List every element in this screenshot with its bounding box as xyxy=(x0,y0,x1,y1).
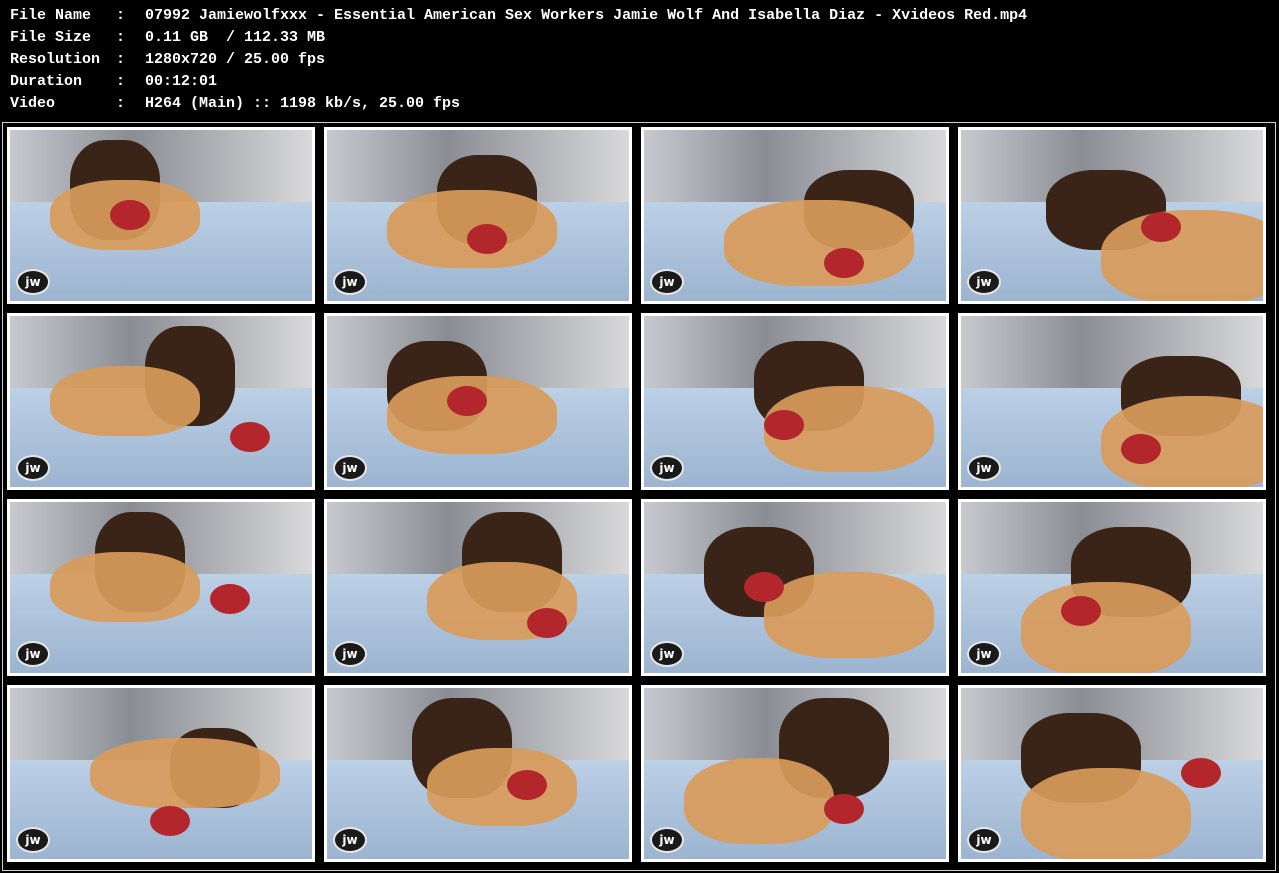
scene-figure xyxy=(50,366,200,436)
info-sep: : xyxy=(116,51,126,68)
scene-detail xyxy=(210,584,250,614)
thumbnail-3: jw xyxy=(641,127,949,304)
watermark-logo: jw xyxy=(650,455,684,481)
thumbnail-13: jw xyxy=(7,685,315,862)
scene-detail xyxy=(527,608,567,638)
scene-figure xyxy=(724,200,914,286)
thumbnail-scene xyxy=(327,688,629,859)
scene-figure xyxy=(1021,768,1191,859)
thumbnail-scene xyxy=(10,688,312,859)
thumbnail-5: jw xyxy=(7,313,315,490)
thumbnail-grid: jw jw jw jw jw jw jw jw jw jw jw jw jw jw jw jw xyxy=(2,122,1276,871)
watermark-logo: jw xyxy=(16,455,50,481)
scene-detail xyxy=(230,422,270,452)
scene-figure xyxy=(90,738,280,808)
info-value-video: H264 (Main) :: 1198 kb/s, 25.00 fps xyxy=(145,95,461,112)
scene-detail xyxy=(467,224,507,254)
scene-detail xyxy=(1181,758,1221,788)
thumbnail-2: jw xyxy=(324,127,632,304)
info-sep: : xyxy=(116,95,126,112)
watermark-logo: jw xyxy=(967,641,1001,667)
info-row-video: Video: H264 (Main) :: 1198 kb/s, 25.00 fp… xyxy=(10,93,1027,115)
thumbnail-scene xyxy=(644,502,946,673)
watermark-logo: jw xyxy=(333,827,367,853)
info-key: File Size xyxy=(10,29,92,46)
scene-figure xyxy=(764,572,934,658)
scene-figure xyxy=(427,748,577,826)
scene-detail xyxy=(824,248,864,278)
thumbnail-scene xyxy=(961,130,1263,301)
thumbnail-14: jw xyxy=(324,685,632,862)
thumbnail-8: jw xyxy=(958,313,1266,490)
scene-detail xyxy=(447,386,487,416)
info-key: Duration xyxy=(10,73,83,90)
thumbnail-16: jw xyxy=(958,685,1266,862)
scene-detail xyxy=(507,770,547,800)
thumbnail-scene xyxy=(644,688,946,859)
scene-detail xyxy=(764,410,804,440)
scene-detail xyxy=(1061,596,1101,626)
watermark-logo: jw xyxy=(333,641,367,667)
thumbnail-11: jw xyxy=(641,499,949,676)
thumbnail-15: jw xyxy=(641,685,949,862)
scene-figure xyxy=(1021,582,1191,673)
info-row-resolution: Resolution: 1280x720 / 25.00 fps xyxy=(10,49,1027,71)
thumbnail-scene xyxy=(10,130,312,301)
info-sep: : xyxy=(116,29,126,46)
watermark-logo: jw xyxy=(967,827,1001,853)
info-key: Video xyxy=(10,95,56,112)
watermark-logo: jw xyxy=(650,827,684,853)
info-key: Resolution xyxy=(10,51,101,68)
scene-figure xyxy=(1101,210,1263,301)
scene-figure xyxy=(50,552,200,622)
thumbnail-scene xyxy=(961,502,1263,673)
thumbnail-scene xyxy=(10,502,312,673)
thumbnail-9: jw xyxy=(7,499,315,676)
scene-detail xyxy=(1141,212,1181,242)
thumbnail-10: jw xyxy=(324,499,632,676)
thumbnail-scene xyxy=(10,316,312,487)
scene-detail xyxy=(110,200,150,230)
watermark-logo: jw xyxy=(967,455,1001,481)
thumbnail-scene xyxy=(644,316,946,487)
thumbnail-1: jw xyxy=(7,127,315,304)
watermark-logo: jw xyxy=(16,641,50,667)
file-info-panel: File Name: 07992 Jamiewolfxxx - Essential… xyxy=(10,5,1027,115)
info-value-filename: 07992 Jamiewolfxxx - Essential American … xyxy=(145,7,1028,24)
thumbnail-7: jw xyxy=(641,313,949,490)
thumbnail-scene xyxy=(961,316,1263,487)
watermark-logo: jw xyxy=(650,641,684,667)
watermark-logo: jw xyxy=(16,269,50,295)
thumbnail-12: jw xyxy=(958,499,1266,676)
info-value-resolution: 1280x720 / 25.00 fps xyxy=(145,51,326,68)
info-row-duration: Duration: 00:12:01 xyxy=(10,71,1027,93)
info-row-filesize: File Size: 0.11 GB / 112.33 MB xyxy=(10,27,1027,49)
scene-detail xyxy=(150,806,190,836)
scene-detail xyxy=(744,572,784,602)
info-sep: : xyxy=(116,73,126,90)
info-row-filename: File Name: 07992 Jamiewolfxxx - Essential… xyxy=(10,5,1027,27)
watermark-logo: jw xyxy=(333,455,367,481)
watermark-logo: jw xyxy=(333,269,367,295)
thumbnail-scene xyxy=(961,688,1263,859)
watermark-logo: jw xyxy=(650,269,684,295)
thumbnail-scene xyxy=(327,130,629,301)
info-key: File Name xyxy=(10,7,92,24)
info-sep: : xyxy=(116,7,126,24)
info-value-filesize: 0.11 GB / 112.33 MB xyxy=(145,29,326,46)
watermark-logo: jw xyxy=(967,269,1001,295)
scene-figure xyxy=(684,758,834,844)
thumbnail-scene xyxy=(644,130,946,301)
thumbnail-6: jw xyxy=(324,313,632,490)
thumbnail-scene xyxy=(327,502,629,673)
scene-detail xyxy=(1121,434,1161,464)
info-value-duration: 00:12:01 xyxy=(145,73,218,90)
thumbnail-scene xyxy=(327,316,629,487)
watermark-logo: jw xyxy=(16,827,50,853)
thumbnail-4: jw xyxy=(958,127,1266,304)
scene-detail xyxy=(824,794,864,824)
